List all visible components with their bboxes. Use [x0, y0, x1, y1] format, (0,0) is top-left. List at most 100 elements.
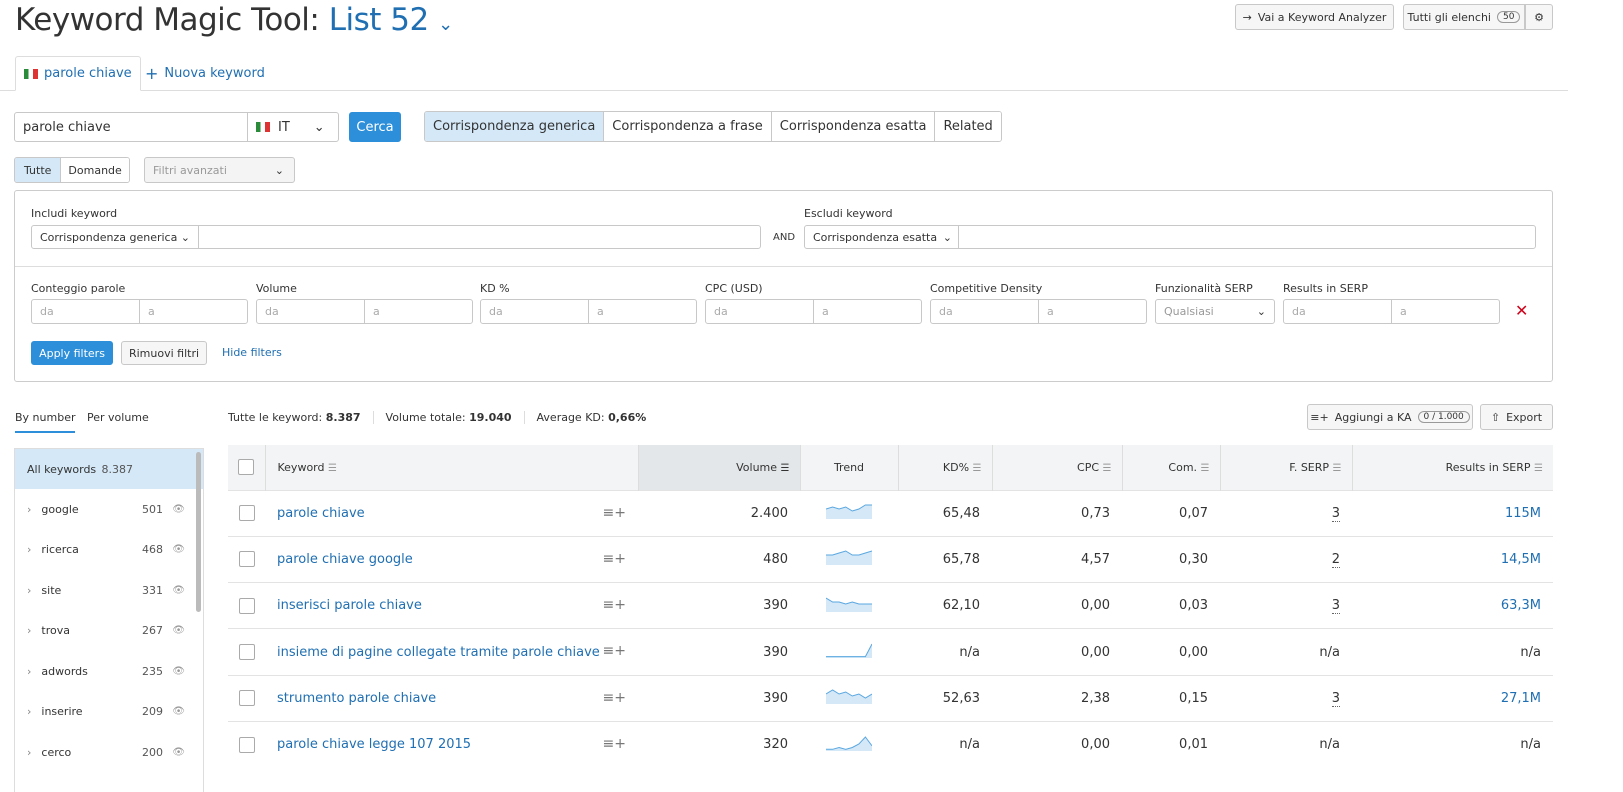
row-checkbox[interactable]: [238, 736, 255, 753]
sidebar-tab-by-volume[interactable]: Per volume: [87, 411, 149, 424]
keyword-link[interactable]: parole chiave google: [277, 552, 413, 567]
chevron-right-icon: ›: [27, 624, 32, 638]
search-input[interactable]: parole chiave: [14, 112, 248, 142]
volume-range[interactable]: da a: [256, 299, 473, 324]
keyword-link[interactable]: parole chiave: [277, 506, 365, 521]
row-checkbox[interactable]: [238, 690, 255, 707]
eye-icon[interactable]: 👁: [172, 585, 185, 596]
sidebar-item[interactable]: › google 501 👁: [15, 489, 203, 530]
sidebar-item[interactable]: › trova 267 👁: [15, 611, 203, 652]
competitive-density-range[interactable]: da a: [930, 299, 1147, 324]
col-keyword[interactable]: Keyword ☰: [265, 445, 639, 490]
table-row: parole chiave google ≡+ 480 65,78 4,57 0,…: [228, 535, 1553, 583]
serp-features-cell[interactable]: 2: [1331, 551, 1340, 568]
volume-label: Volume: [256, 282, 297, 295]
add-to-ka-button[interactable]: ≡+ Aggiungi a KA 0 / 1.000: [1307, 404, 1473, 430]
results-cell[interactable]: 14,5M: [1501, 552, 1541, 567]
sidebar-item[interactable]: › cerco 200 👁: [15, 732, 203, 773]
apply-filters-button[interactable]: Apply filters: [31, 341, 113, 365]
eye-icon[interactable]: 👁: [172, 747, 185, 758]
country-select[interactable]: IT ⌄: [247, 112, 339, 142]
serp-features-cell[interactable]: 3: [1331, 690, 1340, 707]
word-count-range[interactable]: da a: [31, 299, 248, 324]
tab-new-keyword[interactable]: + Nuova keyword: [145, 56, 265, 91]
sidebar-item[interactable]: › inserire 209 👁: [15, 692, 203, 733]
italy-flag-icon: [24, 68, 38, 79]
chevron-down-icon: ⌄: [313, 119, 325, 135]
add-to-list-icon[interactable]: ≡+: [603, 736, 626, 752]
clear-filters-x-icon[interactable]: ✕: [1515, 301, 1528, 320]
sidebar-tab-by-number[interactable]: By number: [15, 411, 76, 433]
settings-gear-icon[interactable]: ⚙: [1525, 4, 1553, 30]
all-lists-button[interactable]: Tutti gli elenchi 50: [1403, 4, 1525, 30]
results-cell[interactable]: 27,1M: [1501, 691, 1541, 706]
remove-filters-button[interactable]: Rimuovi filtri: [121, 341, 207, 365]
keyword-link[interactable]: strumento parole chiave: [277, 691, 436, 706]
col-cpc[interactable]: CPC ☰: [992, 445, 1123, 490]
advanced-filters-select[interactable]: Filtri avanzati ⌄: [144, 157, 295, 183]
col-results[interactable]: Results in SERP ☰: [1352, 445, 1553, 490]
include-input[interactable]: [198, 225, 761, 249]
results-range[interactable]: da a: [1283, 299, 1500, 324]
row-checkbox[interactable]: [238, 551, 255, 568]
add-to-list-icon[interactable]: ≡+: [603, 690, 626, 706]
exclude-mode-select[interactable]: Corrispondenza esatta ⌄: [804, 225, 959, 249]
tab-parole-chiave[interactable]: parole chiave: [15, 56, 141, 91]
results-cell[interactable]: 63,3M: [1501, 598, 1541, 613]
filter-all[interactable]: Tutte: [15, 158, 62, 182]
kd-cell: 52,63: [898, 674, 992, 722]
add-to-list-icon[interactable]: ≡+: [603, 643, 626, 659]
eye-icon[interactable]: 👁: [172, 706, 185, 717]
sidebar-item-all-keywords[interactable]: All keywords 8.387: [15, 449, 203, 489]
chevron-right-icon: ›: [27, 543, 32, 557]
filter-questions[interactable]: Domande: [61, 158, 129, 182]
match-phrase[interactable]: Corrispondenza a frase: [604, 112, 772, 141]
eye-icon[interactable]: 👁: [172, 504, 185, 515]
cpc-cell: 4,57: [992, 535, 1122, 583]
export-button[interactable]: ⇧ Export: [1480, 404, 1553, 430]
volume-cell: 2.400: [638, 489, 800, 537]
serp-features-cell[interactable]: 3: [1331, 505, 1340, 522]
row-checkbox[interactable]: [238, 644, 255, 661]
list-selector[interactable]: List 52 ⌄: [329, 2, 453, 38]
add-to-list-icon[interactable]: ≡+: [603, 597, 626, 613]
col-com[interactable]: Com. ☰: [1122, 445, 1221, 490]
serp-features-select[interactable]: Qualsiasi ⌄: [1155, 299, 1275, 324]
add-to-list-icon[interactable]: ≡+: [603, 551, 626, 567]
col-kd[interactable]: KD% ☰: [898, 445, 993, 490]
search-button[interactable]: Cerca: [349, 112, 401, 142]
select-all-checkbox[interactable]: [238, 459, 255, 476]
kd-label: KD %: [480, 282, 510, 295]
sidebar-scrollbar[interactable]: [196, 452, 201, 612]
keyword-link[interactable]: insieme di pagine collegate tramite paro…: [277, 645, 600, 660]
keyword-link[interactable]: inserisci parole chiave: [277, 598, 422, 613]
chevron-right-icon: ›: [27, 705, 32, 719]
results-cell[interactable]: 115M: [1505, 506, 1541, 521]
match-mode-selector: Corrispondenza generica Corrispondenza a…: [424, 111, 1002, 142]
sidebar-item[interactable]: › site 331 👁: [15, 570, 203, 611]
include-mode-select[interactable]: Corrispondenza generica ⌄: [31, 225, 199, 249]
cpc-range[interactable]: da a: [705, 299, 922, 324]
row-checkbox[interactable]: [238, 597, 255, 614]
match-exact[interactable]: Corrispondenza esatta: [771, 112, 936, 141]
match-generic[interactable]: Corrispondenza generica: [425, 112, 605, 141]
keyword-link[interactable]: parole chiave legge 107 2015: [277, 737, 471, 752]
kd-range[interactable]: da a: [480, 299, 697, 324]
hide-filters-link[interactable]: Hide filters: [222, 346, 282, 359]
and-label: AND: [773, 232, 796, 243]
serp-features-cell[interactable]: 3: [1331, 598, 1340, 615]
match-related[interactable]: Related: [935, 112, 1001, 141]
col-fserp[interactable]: F. SERP ☰: [1220, 445, 1353, 490]
eye-icon[interactable]: 👁: [172, 544, 185, 555]
col-volume[interactable]: Volume ☰: [638, 445, 801, 490]
cpc-cell: 0,73: [992, 489, 1122, 537]
exclude-input[interactable]: [958, 225, 1536, 249]
row-checkbox[interactable]: [238, 505, 255, 522]
eye-icon[interactable]: 👁: [172, 625, 185, 636]
sidebar-item[interactable]: › adwords 235 👁: [15, 651, 203, 692]
keyword-analyzer-button[interactable]: → Vai a Keyword Analyzer: [1235, 4, 1394, 30]
chevron-right-icon: ›: [27, 583, 32, 597]
sidebar-item[interactable]: › ricerca 468 👁: [15, 530, 203, 571]
add-to-list-icon[interactable]: ≡+: [603, 505, 626, 521]
eye-icon[interactable]: 👁: [172, 666, 185, 677]
